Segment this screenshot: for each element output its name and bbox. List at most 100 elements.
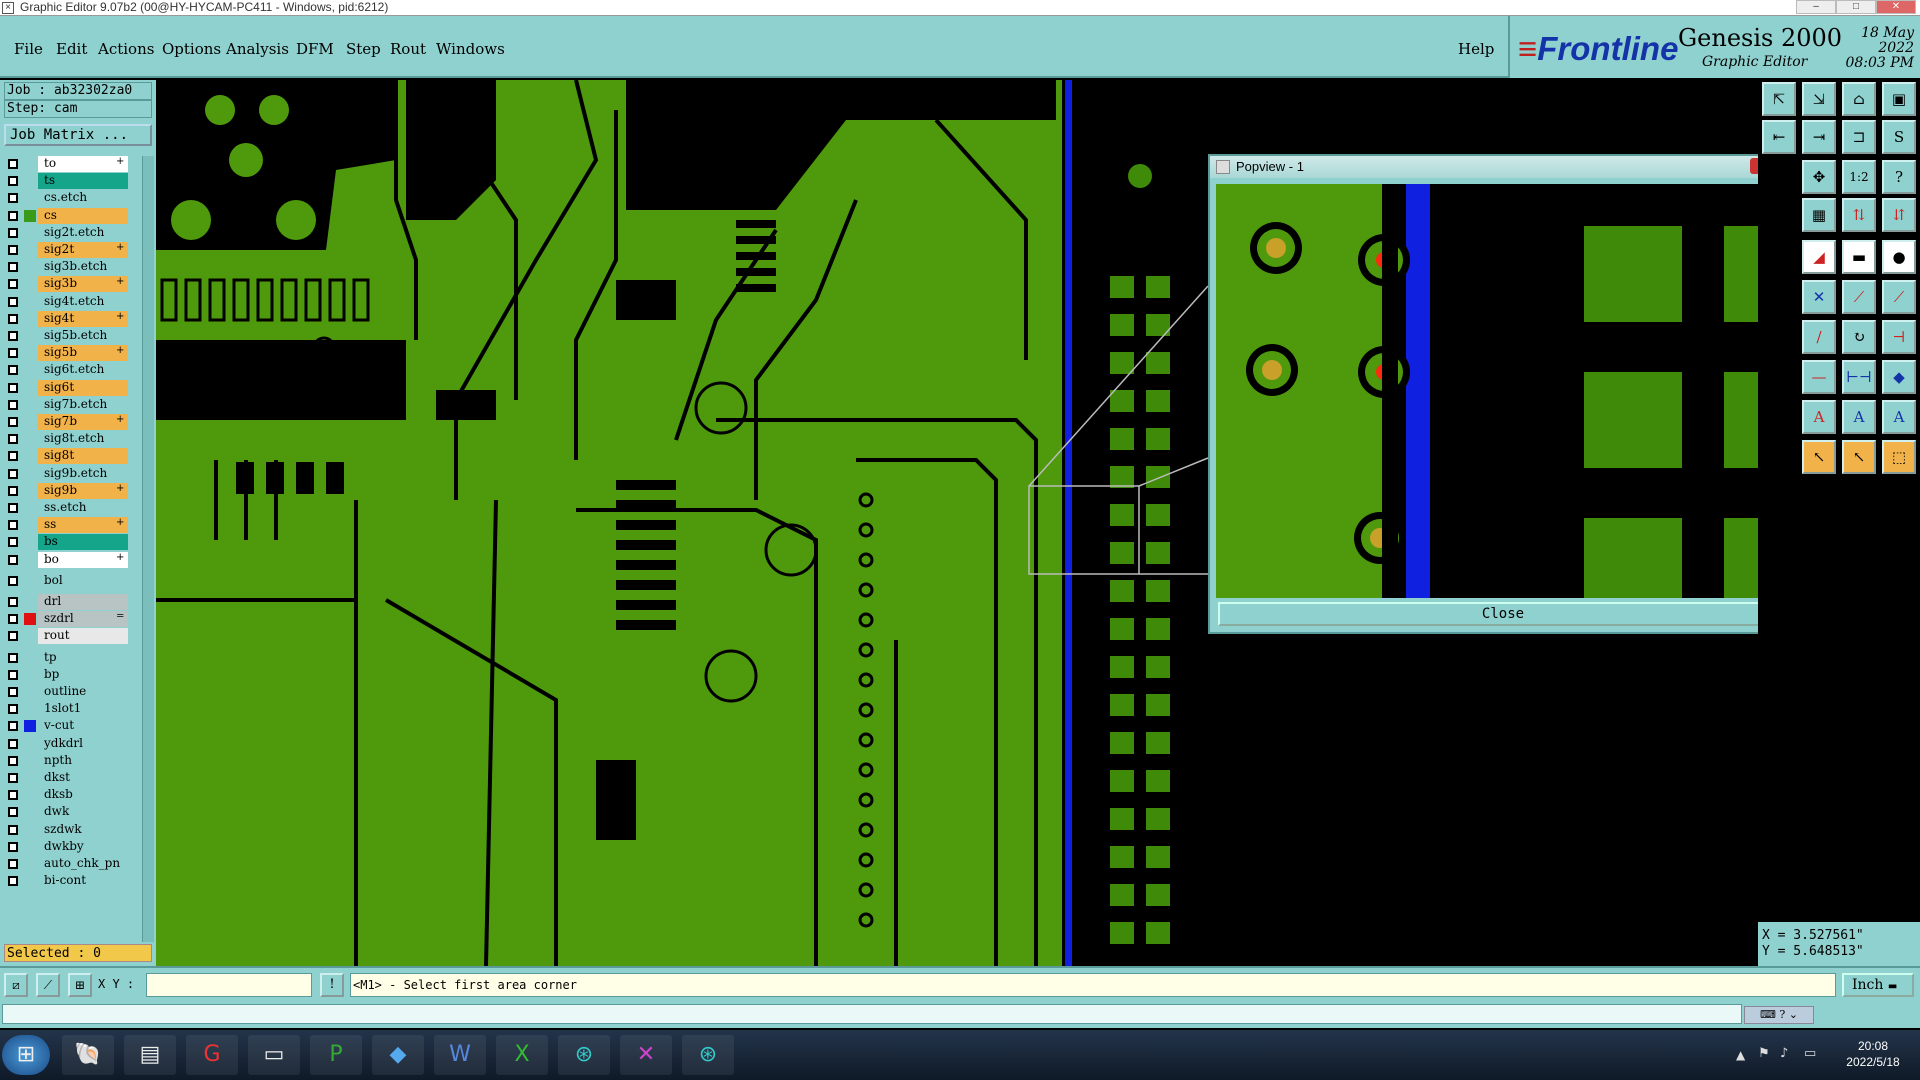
layer-name[interactable]: drl (38, 594, 128, 610)
maximize-button[interactable]: □ (1836, 0, 1876, 14)
layer-row[interactable]: sig8t.etch (4, 431, 142, 448)
line-icon[interactable]: ⟋ (1842, 280, 1876, 314)
snap-icon[interactable]: ⊐ (1842, 120, 1876, 154)
ruler-icon[interactable]: ▬ (1842, 240, 1876, 274)
text-a1-icon[interactable]: A (1802, 400, 1836, 434)
select-icon[interactable]: ↖ (1802, 440, 1836, 474)
scale-icon[interactable]: 1:2 (1842, 160, 1876, 194)
layer-checkbox[interactable] (8, 245, 18, 255)
layer-checkbox[interactable] (8, 296, 18, 307)
layer-checkbox[interactable] (8, 755, 18, 766)
layer-row[interactable]: sig5b + (4, 345, 142, 362)
start-button[interactable]: ⊞ (2, 1035, 50, 1075)
zoom-mode-icon[interactable]: ⧄ (4, 973, 28, 997)
layer-row[interactable]: sig8t (4, 448, 142, 465)
popview-canvas[interactable] (1216, 184, 1760, 598)
tray-flag-icon[interactable]: ⚑ (1758, 1046, 1770, 1061)
layer-name[interactable]: sig2t (38, 242, 128, 258)
layer-row[interactable]: drl (4, 594, 142, 610)
popview-close-button[interactable]: Close (1218, 602, 1788, 626)
layer-row[interactable]: npth (4, 752, 142, 769)
select-area-icon[interactable]: ⬚ (1882, 440, 1916, 474)
text-a2-icon[interactable]: A (1842, 400, 1876, 434)
measure-icon[interactable]: ◢ (1802, 240, 1836, 274)
menu-step[interactable]: Step (346, 40, 381, 58)
layer-name[interactable]: dkst (38, 770, 128, 786)
layer-checkbox[interactable] (8, 807, 18, 818)
taskbar-genesis2-icon[interactable]: ⊛ (682, 1035, 734, 1075)
layer-row[interactable]: sig5b.etch (4, 328, 142, 344)
xy-input[interactable] (146, 973, 312, 997)
layer-name[interactable]: npth (38, 752, 128, 769)
layer-name[interactable]: tp (38, 649, 128, 666)
menu-actions[interactable]: Actions (98, 40, 154, 58)
layer-checkbox[interactable] (8, 738, 18, 749)
layer-name[interactable]: sig7b.etch (38, 396, 128, 413)
layer-name[interactable]: cs.etch (38, 190, 128, 207)
layer-row[interactable]: 1slot1 (4, 701, 142, 718)
layer-name[interactable]: ss.etch (38, 500, 128, 516)
taskbar-chat-icon[interactable]: ◆ (372, 1035, 424, 1075)
arc-icon[interactable]: ↻ (1842, 320, 1876, 354)
layer-checkbox[interactable] (8, 262, 18, 273)
layer-checkbox[interactable] (8, 520, 18, 531)
menu-edit[interactable]: Edit (56, 40, 87, 58)
grid-mode-icon[interactable]: ⊞ (68, 973, 92, 997)
layer-scrollbar[interactable] (142, 156, 154, 942)
layer-row[interactable]: sig2t + (4, 242, 142, 258)
layer-row[interactable]: bp (4, 666, 142, 683)
unit-selector[interactable]: Inch ▬ (1842, 973, 1914, 997)
layer-row[interactable]: bol (4, 572, 142, 589)
minimize-button[interactable]: – (1796, 0, 1836, 14)
help-icon[interactable]: ? (1882, 160, 1916, 194)
layer-checkbox[interactable] (8, 503, 18, 513)
minus-icon[interactable]: — (1802, 360, 1836, 394)
layer-row[interactable]: sig4t + (4, 310, 142, 327)
layer-name[interactable]: sig3b.etch (38, 259, 128, 276)
layer-name[interactable]: bs (38, 534, 128, 551)
layer-row[interactable]: bs (4, 534, 142, 551)
taskbar-app-icon[interactable]: G (186, 1035, 238, 1075)
layer-row[interactable]: rout (4, 628, 142, 645)
menu-dfm[interactable]: DFM (296, 40, 334, 58)
layer-row[interactable]: to + (4, 156, 142, 172)
layer-name[interactable]: sig6t (38, 379, 128, 396)
layer-name[interactable]: sig4t (38, 310, 128, 327)
layer-row[interactable]: ydkdrl (4, 735, 142, 752)
menu-file[interactable]: File (14, 40, 43, 58)
taskbar-excel-icon[interactable]: X (496, 1035, 548, 1075)
layer-name[interactable]: sig6t.etch (38, 362, 128, 379)
layer-name[interactable]: ydkdrl (38, 735, 128, 752)
layer-row[interactable]: dwkby (4, 838, 142, 855)
layer-row[interactable]: dwk (4, 804, 142, 821)
grid-icon[interactable]: ▦ (1802, 198, 1836, 232)
layer-checkbox[interactable] (8, 597, 18, 607)
layer-checkbox[interactable] (8, 652, 18, 663)
layer-checkbox[interactable] (8, 193, 18, 204)
layer-checkbox[interactable] (8, 669, 18, 680)
layer-row[interactable]: bi-cont (4, 873, 142, 890)
layer-name[interactable]: ts (38, 173, 128, 190)
layer-checkbox[interactable] (8, 485, 18, 496)
layer-row[interactable]: ss + (4, 517, 142, 534)
slash-icon[interactable]: / (1802, 320, 1836, 354)
connect-icon[interactable]: ⟋ (1882, 280, 1916, 314)
layer-row[interactable]: cs (4, 207, 142, 224)
job-matrix-button[interactable]: Job Matrix ... (4, 124, 152, 146)
layer-row[interactable]: sig3b + (4, 276, 142, 293)
menu-rout[interactable]: Rout (390, 40, 426, 58)
layer-checkbox[interactable] (8, 614, 18, 625)
layer-checkbox[interactable] (8, 859, 18, 869)
layer-row[interactable]: sig6t (4, 379, 142, 396)
taskbar-genesis-icon[interactable]: ⊛ (558, 1035, 610, 1075)
info-icon[interactable]: ! (320, 973, 344, 997)
layer-checkbox[interactable] (8, 841, 18, 852)
delete-icon[interactable]: ✕ (1802, 280, 1836, 314)
layer-name[interactable]: bo (38, 551, 128, 568)
layer-checkbox[interactable] (8, 348, 18, 359)
layer-row[interactable]: tp (4, 649, 142, 666)
layer-row[interactable]: ts (4, 173, 142, 190)
layer-name[interactable]: bp (38, 666, 128, 683)
layer-down-icon[interactable]: ⇵ (1882, 198, 1916, 232)
layer-name[interactable]: ss (38, 517, 128, 534)
